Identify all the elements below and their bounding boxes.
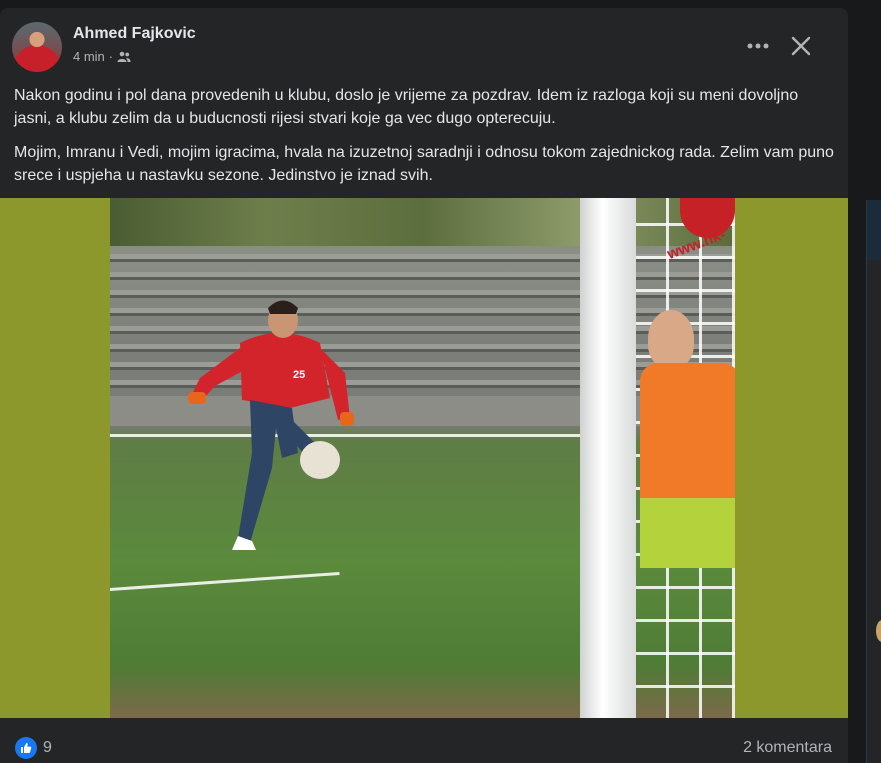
author-name[interactable]: Ahmed Fajkovic bbox=[73, 25, 196, 43]
meta-separator: · bbox=[108, 49, 114, 64]
post-header: Ahmed Fajkovic 4 min · bbox=[12, 22, 832, 74]
comments-count-link[interactable]: 2 komentara bbox=[743, 739, 832, 757]
close-button[interactable] bbox=[786, 31, 816, 61]
post-text: Nakon godinu i pol dana provedenih u klu… bbox=[14, 84, 834, 198]
player-figure: 25 bbox=[188, 300, 354, 550]
pitch-line bbox=[110, 571, 340, 591]
goalkeeper-body bbox=[640, 363, 735, 503]
more-options-button[interactable] bbox=[744, 34, 772, 58]
post-paragraph-2: Mojim, Imranu i Vedi, mojim igracima, hv… bbox=[14, 144, 834, 184]
post-photo[interactable]: 25 www.nk- bbox=[110, 198, 735, 718]
like-icon[interactable] bbox=[15, 737, 37, 759]
side-panel bbox=[866, 200, 881, 763]
post-meta: 4 min · bbox=[73, 49, 131, 64]
more-horizontal-icon bbox=[747, 43, 769, 49]
side-panel-accent bbox=[867, 200, 881, 260]
reaction-count[interactable]: 9 bbox=[43, 739, 52, 757]
player-number: 25 bbox=[293, 369, 305, 381]
post-media[interactable]: 25 www.nk- bbox=[0, 198, 848, 718]
close-icon bbox=[791, 36, 811, 56]
goal-post bbox=[580, 198, 636, 718]
post-paragraph-1: Nakon godinu i pol dana provedenih u klu… bbox=[14, 87, 799, 127]
post-footer: 9 2 komentara bbox=[0, 718, 848, 763]
goalkeeper-legs bbox=[640, 498, 735, 568]
post-time[interactable]: 4 min bbox=[73, 49, 105, 64]
post-card: Ahmed Fajkovic 4 min · Nakon godinu i po… bbox=[0, 8, 848, 763]
author-avatar[interactable] bbox=[12, 22, 62, 72]
friends-icon[interactable] bbox=[117, 51, 131, 63]
side-avatar[interactable] bbox=[876, 620, 881, 642]
goalkeeper-head bbox=[648, 310, 694, 368]
